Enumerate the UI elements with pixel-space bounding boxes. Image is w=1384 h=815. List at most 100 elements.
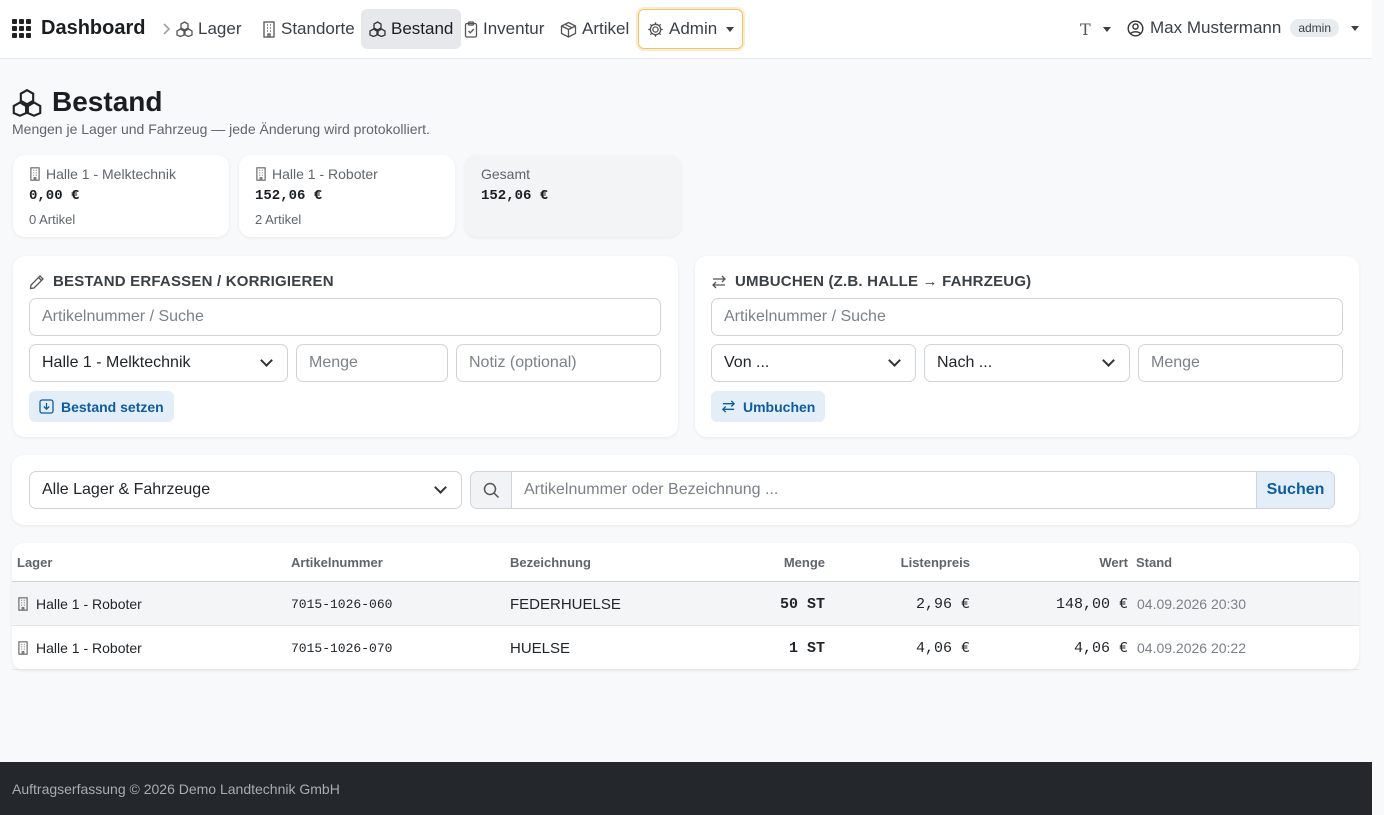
section-title: BESTAND ERFASSEN / KORRIGIEREN [53,273,334,290]
summary-count: 2 Artikel [255,212,302,227]
transfer-to-select[interactable]: Nach ... [924,344,1130,382]
page-subtitle: Mengen je Lager und Fahrzeug — jede Ände… [12,121,430,137]
top-navbar: Dashboard Lager Standorte Bestand Invent… [0,0,1372,59]
transfer-from-select[interactable]: Von ... [711,344,916,382]
cell-wert: 148,00 € [1055,595,1128,613]
select-value: Nach ... [937,354,993,371]
cell-artnr: 7015-1026-060 [291,596,393,612]
download-box-icon [39,399,54,414]
select-value: Halle 1 - Melktechnik [42,354,191,371]
cell-stand: 04.09.2026 20:30 [1137,596,1246,612]
boxes-icon [369,21,386,37]
cell-bezeichnung: HUELSE [510,639,571,657]
select-value: Alle Lager & Fahrzeuge [42,481,211,498]
page-footer: Auftragserfassung © 2026 Demo Landtechni… [0,762,1372,815]
row-divider [12,669,1359,670]
user-menu[interactable]: Max Mustermann admin [1127,18,1360,38]
column-header-artnr[interactable]: Artikelnummer [291,555,383,570]
summary-name: Halle 1 - Roboter [272,166,378,182]
cell-listenpreis: 4,06 € [915,639,970,657]
stock-entry-title: BESTAND ERFASSEN / KORRIGIEREN [29,273,662,290]
set-stock-button[interactable]: Bestand setzen [29,391,174,422]
column-header-bezeichnung[interactable]: Bezeichnung [510,555,591,570]
role-badge: admin [1290,19,1340,37]
placeholder-text: Artikelnummer / Suche [724,308,886,325]
column-header-menge[interactable]: Menge [745,555,825,570]
transfer-button[interactable]: Umbuchen [711,391,826,422]
cell-text: Halle 1 - Roboter [36,640,142,656]
search-icon [471,472,512,508]
stock-article-input[interactable]: Artikelnummer / Suche [29,298,661,336]
placeholder-text: Menge [309,354,358,371]
section-title: UMBUCHEN (Z.B. HALLE → FAHRZEUG) [735,273,1032,290]
nav-label: Lager [198,19,242,38]
search-input[interactable]: Artikelnummer oder Bezeichnung ... [512,472,1256,508]
transfer-qty-input[interactable]: Menge [1138,344,1343,382]
cell-bezeichnung: FEDERHUELSE [510,595,621,613]
nav-label: Standorte [281,19,355,38]
summary-value: 152,06 € [481,188,549,204]
arrows-swap-icon [721,399,736,414]
nav-item-lager[interactable]: Lager [168,9,249,49]
cell-wert: 4,06 € [1073,639,1128,657]
search-button[interactable]: Suchen [1256,472,1334,508]
cell-stand: 04.09.2026 20:22 [1137,640,1246,656]
summary-value: 0,00 € [29,188,80,204]
user-circle-icon [1127,19,1144,37]
nav-label: Artikel [582,19,630,38]
building-icon [17,597,29,611]
select-value: Von ... [724,354,770,371]
column-header-listenpreis[interactable]: Listenpreis [870,555,970,570]
nav-item-bestand[interactable]: Bestand [361,9,462,49]
placeholder-text: Notiz (optional) [469,354,577,371]
cell-menge: 1 ST [788,639,825,657]
stock-qty-input[interactable]: Menge [296,344,448,382]
nav-item-artikel[interactable]: Artikel [552,9,637,49]
stock-location-select[interactable]: Halle 1 - Melktechnik [29,344,288,382]
nav-label: Inventur [483,19,545,38]
theme-label: T [1080,20,1091,39]
caret-down-icon [726,26,735,32]
location-filter-select[interactable]: Alle Lager & Fahrzeuge [29,471,462,509]
summary-card: Halle 1 - Roboter 152,06 € 2 Artikel [239,155,455,237]
nav-item-admin[interactable]: Admin [638,9,744,49]
chevron-down-icon [888,354,901,367]
column-header-wert[interactable]: Wert [1028,555,1128,570]
gear-icon [647,21,664,38]
boxes-icon [12,88,42,117]
nav-item-standorte[interactable]: Standorte [254,9,363,49]
arrows-swap-icon [711,274,727,290]
brand-link[interactable]: Dashboard [12,17,145,40]
summary-card-total: Gesamt 152,06 € [465,155,681,237]
footer-text: Auftragserfassung © 2026 Demo Landtechni… [12,781,340,797]
summary-name: Halle 1 - Melktechnik [46,166,176,182]
theme-toggle[interactable]: T [1080,20,1111,39]
summary-count: 0 Artikel [29,212,76,227]
summary-label: Halle 1 - Melktechnik [29,166,213,182]
cell-text: Halle 1 - Roboter [36,596,142,612]
page-header: Bestand [12,86,162,118]
building-icon [262,20,276,38]
placeholder-text: Menge [1151,354,1200,371]
cell-lager: Halle 1 - Roboter [17,582,142,626]
clipboard-check-icon [464,20,478,38]
apps-grid-icon [12,19,31,38]
column-header-lager[interactable]: Lager [17,555,52,570]
button-label: Bestand setzen [61,398,164,415]
column-header-stand[interactable]: Stand [1136,555,1172,570]
cell-artnr: 7015-1026-070 [291,640,393,656]
brand-title: Dashboard [41,17,146,39]
page-title: Bestand [52,86,163,117]
pencil-icon [29,274,45,290]
transfer-title: UMBUCHEN (Z.B. HALLE → FAHRZEUG) [711,273,1343,290]
nav-item-inventur[interactable]: Inventur [456,9,552,49]
chevron-down-icon [434,481,447,494]
box-icon [560,21,577,38]
chevron-down-icon [260,354,273,367]
search-group: Artikelnummer oder Bezeichnung ... Suche… [470,471,1335,509]
building-icon [255,167,267,181]
transfer-article-input[interactable]: Artikelnummer / Suche [711,298,1343,336]
button-label: Umbuchen [743,398,816,415]
stock-note-input[interactable]: Notiz (optional) [456,344,661,382]
cell-listenpreis: 2,96 € [915,595,970,613]
